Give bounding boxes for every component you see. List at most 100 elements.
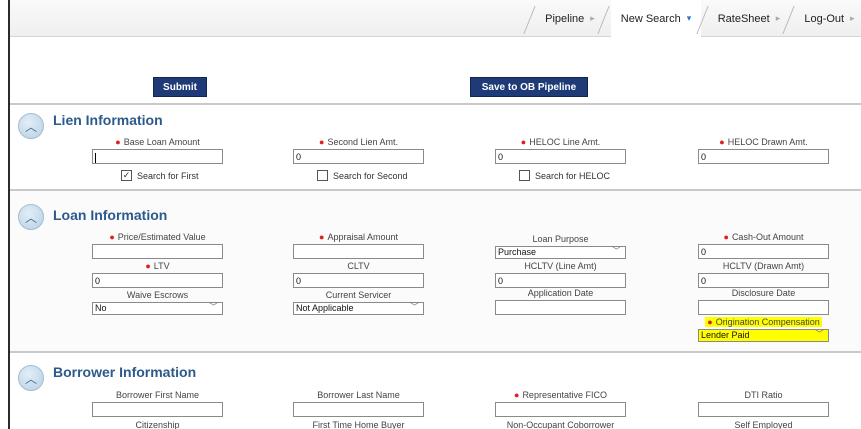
waive-escrows-select[interactable]: No ﹀ (92, 302, 223, 315)
submit-button[interactable]: Submit (153, 77, 207, 97)
appraisal-amount-field: ● Appraisal Amount (293, 232, 424, 259)
search-for-heloc-checkbox[interactable]: Search for HELOC (519, 170, 610, 181)
current-servicer-field: Current Servicer Not Applicable ﹀ (293, 290, 424, 315)
field-label: HCLTV (Line Amt) (524, 261, 597, 271)
cltv-field: CLTV 0 (293, 261, 424, 288)
field-label: Base Loan Amount (123, 137, 200, 147)
tab-logout-label: Log-Out (804, 12, 845, 25)
chevron-down-icon: ▾ (686, 13, 692, 23)
citizenship-field: Citizenship (92, 420, 223, 429)
tab-logout[interactable]: Log-Out ▸ (782, 0, 861, 37)
self-employed-field: Self Employed (698, 420, 829, 429)
application-date-input[interactable] (495, 300, 626, 315)
loan-information-section: ︿ Loan Information ● Price/Estimated Valu… (10, 189, 861, 351)
field-label: LTV (153, 261, 170, 271)
required-marker: ● (707, 317, 713, 327)
field-label: CLTV (347, 261, 370, 271)
chevron-right-icon: ▸ (590, 13, 595, 23)
heloc-line-amt-input[interactable]: 0 (495, 149, 626, 164)
price-estimated-value-input[interactable] (92, 244, 223, 259)
borrower-information-section: ︿ Borrower Information Borrower First Na… (10, 351, 861, 429)
tab-new-search-label: New Search (620, 12, 681, 25)
base-loan-amount-field: ● Base Loan Amount (92, 137, 223, 164)
ltv-input[interactable]: 0 (92, 273, 223, 288)
chevron-right-icon: ▸ (850, 13, 855, 23)
field-label: Citizenship (135, 420, 180, 429)
cash-out-amount-input[interactable]: 0 (698, 244, 829, 259)
chevron-up-icon[interactable]: ︿ (18, 204, 44, 230)
ltv-field: ● LTV 0 (92, 261, 223, 288)
loan-purpose-select[interactable]: Purchase ﹀ (495, 246, 626, 259)
hcltv-line-input[interactable]: 0 (495, 273, 626, 288)
chevron-down-icon: ﹀ (409, 302, 419, 312)
origination-compensation-field: ● Origination Compensation Lender Paid ﹀ (698, 317, 829, 342)
chevron-up-icon[interactable]: ︿ (18, 113, 44, 139)
checkbox-icon (519, 170, 530, 181)
search-for-first-checkbox[interactable]: ✓ Search for First (121, 170, 199, 181)
chevron-right-icon: ▸ (775, 13, 781, 23)
origination-compensation-select[interactable]: Lender Paid ﹀ (698, 329, 829, 342)
current-servicer-select[interactable]: Not Applicable ﹀ (293, 302, 424, 315)
cltv-input[interactable]: 0 (293, 273, 424, 288)
borrower-first-name-input[interactable] (92, 402, 223, 417)
text-cursor (95, 152, 96, 163)
required-marker: ● (109, 232, 115, 242)
save-to-pipeline-button[interactable]: Save to OB Pipeline (470, 77, 588, 97)
appraisal-amount-input[interactable] (293, 244, 424, 259)
tab-ratesheet-label: RateSheet (717, 12, 770, 25)
field-label: Waive Escrows (126, 290, 189, 300)
loan-purpose-field: Loan Purpose Purchase ﹀ (495, 234, 626, 259)
borrower-first-name-field: Borrower First Name (92, 390, 223, 417)
required-marker: ● (115, 137, 121, 147)
base-loan-amount-input[interactable] (92, 149, 223, 164)
tab-new-search[interactable]: New Search ▾ (597, 0, 701, 37)
tab-ratesheet[interactable]: RateSheet ▸ (696, 0, 788, 37)
representative-fico-input[interactable] (495, 402, 626, 417)
field-label: Borrower First Name (115, 390, 199, 400)
second-lien-amt-input[interactable]: 0 (293, 149, 424, 164)
heloc-line-amt-field: ● HELOC Line Amt. 0 (495, 137, 626, 164)
app-frame: Pipeline ▸ New Search ▾ RateSheet ▸ Log-… (8, 0, 861, 429)
required-marker: ● (145, 261, 151, 271)
hcltv-line-field: HCLTV (Line Amt) 0 (495, 261, 626, 288)
required-marker: ● (319, 137, 325, 147)
field-label: Loan Purpose (532, 234, 589, 244)
lien-information-section: ︿ Lien Information ● Base Loan Amount ● Se… (10, 103, 861, 189)
disclosure-date-input[interactable] (698, 300, 829, 315)
tab-pipeline-label: Pipeline (545, 12, 585, 25)
field-label: HELOC Line Amt. (529, 137, 601, 147)
section-title: Borrower Information (53, 364, 197, 380)
field-label: HELOC Drawn Amt. (727, 137, 808, 147)
required-marker: ● (319, 232, 325, 242)
waive-escrows-field: Waive Escrows No ﹀ (92, 290, 223, 315)
field-label: Representative FICO (522, 390, 607, 400)
field-label: First Time Home Buyer (312, 420, 405, 429)
dti-ratio-field: DTI Ratio (698, 390, 829, 417)
field-label: Disclosure Date (731, 288, 796, 298)
cash-out-amount-field: ● Cash-Out Amount 0 (698, 232, 829, 259)
dti-ratio-input[interactable] (698, 402, 829, 417)
borrower-last-name-field: Borrower Last Name (293, 390, 424, 417)
heloc-drawn-amt-input[interactable]: 0 (698, 149, 829, 164)
field-label: Self Employed (734, 420, 793, 429)
field-label: Borrower Last Name (317, 390, 400, 400)
field-label: Appraisal Amount (327, 232, 398, 242)
chevron-up-icon[interactable]: ︿ (18, 365, 44, 391)
required-marker: ● (514, 390, 520, 400)
hcltv-drawn-input[interactable]: 0 (698, 273, 829, 288)
section-title: Loan Information (53, 207, 168, 223)
section-title: Lien Information (53, 112, 163, 128)
borrower-last-name-input[interactable] (293, 402, 424, 417)
required-marker: ● (719, 137, 725, 147)
top-nav: Pipeline ▸ New Search ▾ RateSheet ▸ Log-… (10, 0, 861, 37)
hcltv-drawn-field: HCLTV (Drawn Amt) 0 (698, 261, 829, 288)
field-label: Non-Occupant Coborrower (506, 420, 615, 429)
price-estimated-value-field: ● Price/Estimated Value (92, 232, 223, 259)
search-for-second-checkbox[interactable]: Search for Second (317, 170, 408, 181)
representative-fico-field: ● Representative FICO (495, 390, 626, 417)
required-marker: ● (723, 232, 729, 242)
tab-pipeline[interactable]: Pipeline ▸ (523, 0, 603, 37)
chevron-down-icon: ﹀ (208, 302, 218, 312)
field-label: Cash-Out Amount (731, 232, 804, 242)
field-label: Origination Compensation (715, 317, 820, 327)
